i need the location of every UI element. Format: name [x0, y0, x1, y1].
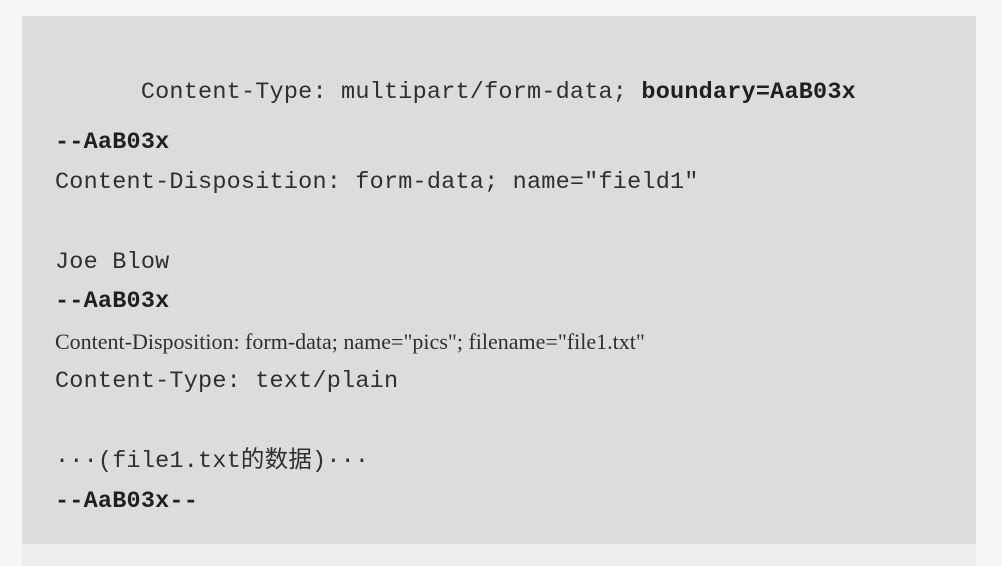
content-type-text-plain: Content-Type: text/plain: [55, 368, 399, 395]
file-data-placeholder: ···(file1.txt的数据)···: [55, 448, 370, 475]
content-disposition-field1: Content-Disposition: form-data; name="fi…: [55, 169, 699, 196]
boundary-start-2: --AaB03x: [55, 288, 170, 315]
boundary-end: --AaB03x--: [55, 488, 199, 515]
boundary-start-1: --AaB03x: [55, 129, 170, 156]
content-disposition-pics: Content-Disposition: form-data; name="pi…: [55, 329, 645, 354]
field1-value: Joe Blow: [55, 249, 170, 276]
page: Content-Type: multipart/form-data; bound…: [0, 0, 1002, 566]
boundary-text: boundary=AaB03x: [641, 79, 856, 106]
code-line-content-type-multipart: Content-Type: multipart/form-data; bound…: [55, 48, 856, 138]
code-block: Content-Type: multipart/form-data; bound…: [22, 16, 976, 544]
page-edge: [22, 544, 976, 566]
content-type-text: Content-Type: multipart/form-data;: [140, 79, 642, 106]
